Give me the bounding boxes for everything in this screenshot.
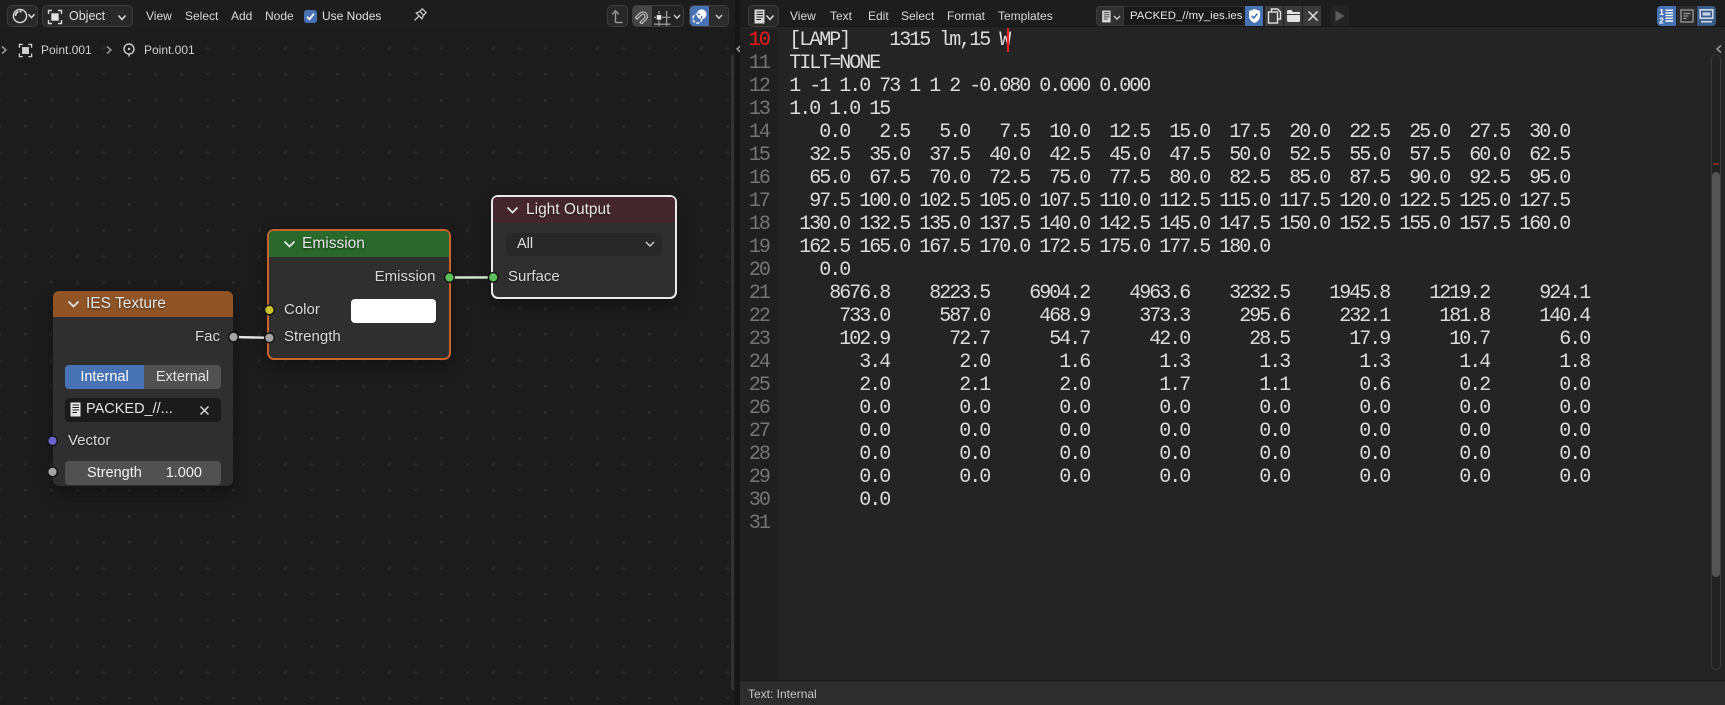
- svg-text:2: 2: [1659, 16, 1664, 25]
